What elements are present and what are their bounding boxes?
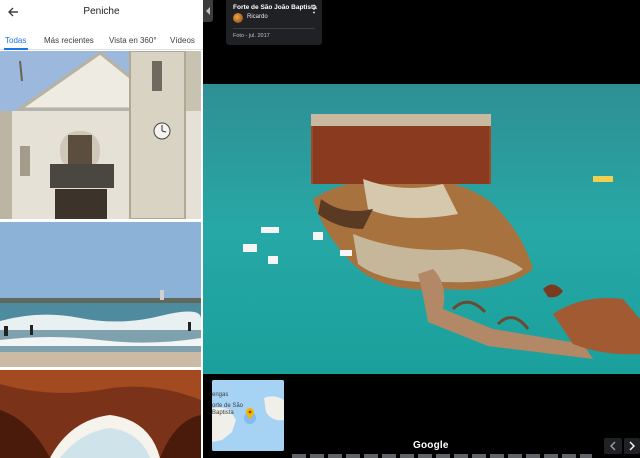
minimap[interactable]: engas orte de São Baptista [212, 380, 284, 451]
google-logo: Google [413, 440, 449, 451]
tab-videos[interactable]: Vídeos [170, 36, 195, 45]
map-label-place: orte de São Baptista [212, 403, 244, 416]
photo-tabs: Todas Más recientes Vista en 360° Vídeos [0, 28, 203, 50]
active-tab-indicator [4, 48, 28, 50]
attribution-bar [292, 454, 592, 458]
tab-vista-360[interactable]: Vista en 360° [109, 36, 157, 45]
avatar[interactable] [233, 13, 243, 23]
collapse-chevron-icon [206, 7, 210, 15]
photo-thumbnail-beach[interactable] [0, 222, 201, 367]
photo-thumbnail-cave[interactable] [0, 370, 201, 458]
panel-title: Peniche [83, 6, 120, 17]
divider [233, 28, 315, 29]
main-photo[interactable] [203, 84, 640, 374]
photo-info-card: Forte de São João Baptista Ricardo Foto … [226, 0, 322, 45]
previous-photo-button[interactable] [604, 438, 622, 454]
tab-mas-recientes[interactable]: Más recientes [44, 36, 94, 45]
photo-panel: Peniche Todas Más recientes Vista en 360… [0, 0, 203, 458]
tab-todas[interactable]: Todas [5, 36, 26, 45]
chevron-left-icon [610, 441, 616, 451]
photo-date: Foto - jul. 2017 [233, 33, 270, 39]
next-photo-button[interactable] [624, 438, 640, 454]
chevron-right-icon [629, 441, 635, 451]
place-title[interactable]: Forte de São João Baptista [233, 4, 317, 11]
author-name[interactable]: Ricardo [247, 14, 268, 20]
map-label-town: engas [212, 392, 229, 398]
viewer-root: Peniche Todas Más recientes Vista en 360… [0, 0, 640, 458]
panel-header: Peniche [0, 0, 203, 26]
collapse-panel-button[interactable] [203, 0, 213, 22]
more-vert-icon[interactable] [312, 4, 316, 14]
photo-thumbnail-church[interactable] [0, 51, 201, 219]
